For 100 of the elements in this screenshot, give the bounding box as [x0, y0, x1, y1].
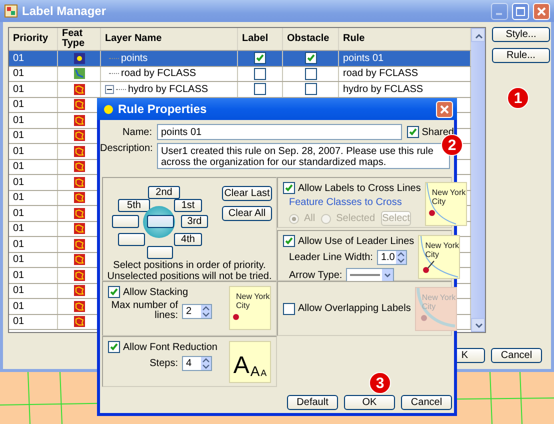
table-cell: 01 — [13, 99, 24, 110]
hint-text: Unselected positions will not be tried. — [106, 271, 273, 282]
hint-text: Select positions in order of priority. — [112, 260, 267, 271]
location-dot-icon — [233, 314, 239, 320]
position-button[interactable] — [118, 233, 145, 246]
check-icon — [109, 287, 119, 297]
checkbox[interactable] — [304, 83, 316, 96]
table-cell: 01 — [13, 52, 24, 64]
spinner-arrows-icon[interactable] — [201, 357, 211, 370]
preview-letter: A — [250, 364, 260, 378]
table-cell: 01 — [13, 238, 24, 250]
close-icon — [537, 6, 546, 16]
checkbox[interactable] — [108, 286, 120, 298]
checkbox[interactable] — [304, 52, 316, 64]
field-label: Leader Line Width: — [289, 252, 373, 263]
clear-button[interactable]: Clear All — [222, 206, 272, 221]
dialog-icon — [104, 104, 113, 114]
clear-button[interactable]: Clear Last — [222, 186, 272, 201]
table-cell: 01 — [13, 300, 24, 312]
scroll-down-icon[interactable] — [471, 318, 485, 332]
check-icon — [408, 127, 418, 137]
checkbox-label: Allow Use of Leader Lines — [298, 236, 414, 246]
table-cell: points — [121, 52, 148, 64]
column-header[interactable]: Label — [238, 28, 283, 50]
center-position-button[interactable] — [147, 215, 174, 228]
field-label: Arrow Type: — [289, 270, 342, 280]
scrollbar[interactable] — [471, 28, 485, 332]
dialog-button[interactable]: Default — [287, 395, 338, 410]
position-button[interactable] — [147, 246, 173, 259]
checkbox-label: Allow Font Reduction — [123, 342, 218, 352]
table-cell: 01 — [13, 146, 24, 157]
field-label: Steps: — [148, 358, 178, 369]
checkbox[interactable] — [254, 83, 266, 96]
column-header[interactable]: Obstacle — [283, 28, 339, 50]
collapse-toggle[interactable] — [105, 84, 114, 94]
table-cell: 01 — [13, 84, 24, 95]
checkbox[interactable] — [254, 68, 266, 80]
checkbox-label: Allow Labels to Cross Lines — [298, 182, 421, 194]
side-button[interactable]: Rule... — [492, 48, 550, 63]
preview-label: New York City — [425, 241, 460, 259]
column-header[interactable]: Feat Type — [58, 28, 101, 50]
table-cell: hydro by FCLASS — [128, 84, 208, 95]
check-icon — [284, 183, 294, 193]
checkbox[interactable] — [304, 68, 316, 80]
table-cell: road by FCLASS — [121, 68, 196, 80]
check-icon — [306, 53, 316, 64]
spinner-arrows-icon[interactable] — [201, 304, 211, 318]
width-spinner[interactable]: 1.0 — [376, 250, 407, 265]
checkbox[interactable] — [283, 235, 295, 247]
name-label: Name: — [122, 126, 152, 138]
steps-spinner[interactable]: 4 — [182, 356, 212, 371]
preview-label: New York City — [422, 292, 457, 310]
close-button[interactable] — [436, 100, 453, 118]
table-cell: 01 — [13, 114, 24, 126]
position-button[interactable]: 1st — [174, 199, 202, 212]
window-title: Label Manager — [22, 4, 108, 18]
checkbox[interactable] — [406, 126, 419, 138]
table-cell: 01 — [13, 192, 24, 204]
table-cell: hydro by FCLASS — [343, 84, 424, 95]
table-row[interactable]: 01 points points 01 — [9, 51, 471, 66]
dialog-button[interactable]: Cancel — [401, 395, 452, 410]
checkbox[interactable] — [108, 341, 120, 353]
table-cell: 01 — [13, 285, 24, 296]
name-field[interactable]: points 01 — [157, 124, 402, 140]
table-cell: 01 — [13, 176, 24, 188]
column-header[interactable]: Priority — [9, 28, 58, 50]
description-label: Description: — [100, 143, 152, 154]
dialog-title: Rule Properties — [118, 102, 208, 116]
column-header[interactable]: Layer Name — [101, 28, 238, 50]
line-style-icon — [350, 273, 380, 277]
position-button[interactable] — [112, 215, 139, 228]
window-icon — [4, 4, 18, 18]
minus-icon — [107, 86, 112, 92]
position-button[interactable]: 5th — [118, 199, 150, 212]
side-button[interactable]: Style... — [492, 27, 550, 42]
position-button[interactable]: 4th — [174, 233, 202, 246]
cancel-button[interactable]: Cancel — [491, 348, 542, 363]
dialog-button[interactable]: OK — [344, 395, 395, 410]
scroll-up-icon[interactable] — [471, 28, 485, 42]
position-button[interactable]: 2nd — [148, 186, 180, 199]
preview-letter: A — [260, 369, 267, 378]
check-icon — [255, 53, 265, 64]
preview-letter: A — [233, 354, 250, 378]
table-cell: 01 — [13, 161, 24, 172]
position-button[interactable]: 3rd — [181, 215, 208, 228]
checkbox-label: Allow Stacking — [123, 286, 188, 298]
checkbox[interactable] — [254, 52, 266, 64]
lines-spinner[interactable]: 2 — [182, 304, 212, 318]
table-cell: 01 — [13, 130, 24, 142]
spinner-arrows-icon[interactable] — [396, 251, 406, 264]
preview-label: New York City — [236, 292, 271, 310]
checkbox[interactable] — [283, 302, 295, 314]
arrow-type-dropdown[interactable] — [346, 268, 394, 282]
table-cell: 01 — [13, 316, 24, 328]
maximize-button[interactable] — [512, 2, 529, 20]
table-cell: points 01 — [343, 52, 384, 64]
field-label: Max number of lines: — [110, 301, 178, 321]
maximize-icon — [516, 6, 525, 16]
table-row[interactable]: 01 road by FCLASS road by FCLASS — [9, 66, 471, 82]
close-button[interactable] — [533, 2, 550, 20]
